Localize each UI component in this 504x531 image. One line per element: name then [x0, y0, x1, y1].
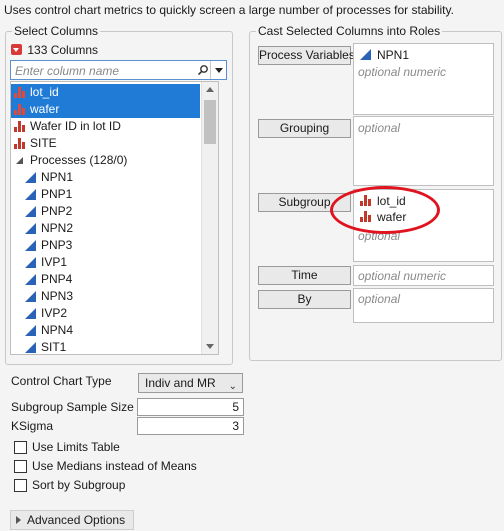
column-list-item[interactable]: SITE: [11, 135, 200, 152]
numeric-column-icon: [25, 257, 36, 268]
grouping-button[interactable]: Grouping: [258, 119, 351, 138]
column-list-item[interactable]: SIT1: [11, 339, 200, 354]
column-list-item[interactable]: wafer: [11, 101, 200, 118]
ksigma-label: KSigma: [11, 419, 54, 433]
advanced-options-toggle[interactable]: Advanced Options: [10, 510, 134, 530]
by-hint: optional: [358, 292, 401, 306]
highlight-ellipse: [330, 186, 440, 234]
process-variables-hint: optional numeric: [358, 65, 447, 79]
expand-arrow-icon: [16, 516, 21, 524]
numeric-column-icon: [360, 49, 371, 60]
numeric-column-icon: [25, 291, 36, 302]
process-variables-box[interactable]: NPN1 optional numeric: [353, 43, 494, 115]
time-box[interactable]: optional numeric: [353, 265, 494, 286]
column-list-item[interactable]: PNP1: [11, 186, 200, 203]
numeric-column-icon: [25, 240, 36, 251]
control-chart-type-value: Indiv and MR: [145, 376, 216, 390]
by-box[interactable]: optional: [353, 288, 494, 323]
column-search-input[interactable]: [15, 63, 190, 78]
nominal-column-icon: [14, 87, 26, 98]
column-list-item[interactable]: lot_id: [11, 84, 200, 101]
scroll-thumb[interactable]: [204, 100, 216, 144]
column-list-item[interactable]: NPN1: [11, 169, 200, 186]
numeric-column-icon: [25, 189, 36, 200]
use-limits-table-label[interactable]: Use Limits Table: [32, 440, 120, 454]
nominal-column-icon: [14, 104, 26, 115]
nominal-column-icon: [14, 121, 26, 132]
search-options-dropdown[interactable]: [210, 61, 227, 79]
process-variable-item[interactable]: NPN1: [358, 47, 478, 63]
column-list-item[interactable]: IVP1: [11, 254, 200, 271]
scroll-down-arrow[interactable]: [206, 344, 214, 349]
sort-by-subgroup-checkbox[interactable]: [14, 479, 27, 492]
numeric-column-icon: [25, 342, 36, 353]
column-list-item[interactable]: NPN3: [11, 288, 200, 305]
column-list-item[interactable]: PNP2: [11, 203, 200, 220]
column-list-item[interactable]: NPN4: [11, 322, 200, 339]
column-list-scrollbar[interactable]: [201, 82, 218, 354]
time-button[interactable]: Time: [258, 266, 351, 285]
search-icon[interactable]: [197, 64, 209, 76]
use-medians-label[interactable]: Use Medians instead of Means: [32, 459, 197, 473]
numeric-column-icon: [25, 274, 36, 285]
control-chart-type-select[interactable]: Indiv and MR ⌄: [138, 373, 243, 393]
grouping-hint: optional: [358, 121, 401, 135]
control-chart-type-label: Control Chart Type: [11, 374, 112, 388]
column-count-label: 133 Columns: [27, 43, 99, 57]
column-list-item[interactable]: Wafer ID in lot ID: [11, 118, 200, 135]
column-list-item[interactable]: PNP4: [11, 271, 200, 288]
roles-title: Cast Selected Columns into Roles: [256, 24, 443, 38]
column-search: [10, 60, 227, 80]
nominal-column-icon: [14, 138, 26, 149]
numeric-column-icon: [25, 172, 36, 183]
numeric-column-icon: [25, 223, 36, 234]
subgroup-sample-size-input[interactable]: 5: [137, 398, 244, 416]
grouping-box[interactable]: optional: [353, 116, 494, 186]
red-triangle-menu-icon[interactable]: [11, 44, 22, 55]
scroll-up-arrow[interactable]: [206, 87, 214, 92]
column-list-item[interactable]: PNP3: [11, 237, 200, 254]
use-medians-checkbox[interactable]: [14, 460, 27, 473]
column-group-row[interactable]: Processes (128/0): [11, 152, 200, 169]
intro-text: Uses control chart metrics to quickly sc…: [4, 3, 454, 17]
numeric-column-icon: [25, 325, 36, 336]
select-columns-title: Select Columns: [12, 24, 101, 38]
chevron-down-icon: ⌄: [228, 381, 237, 392]
column-list-item[interactable]: NPN2: [11, 220, 200, 237]
ksigma-input[interactable]: 3: [137, 417, 244, 435]
time-hint: optional numeric: [358, 269, 447, 283]
numeric-column-icon: [25, 206, 36, 217]
by-button[interactable]: By: [258, 290, 351, 309]
numeric-column-icon: [25, 308, 36, 319]
subgroup-sample-size-label: Subgroup Sample Size: [11, 400, 134, 414]
process-variables-button[interactable]: Process Variables: [258, 46, 355, 65]
column-list-item[interactable]: IVP2: [11, 305, 200, 322]
use-limits-table-checkbox[interactable]: [14, 441, 27, 454]
sort-by-subgroup-label[interactable]: Sort by Subgroup: [32, 478, 125, 492]
expand-group-icon: [16, 157, 23, 164]
column-count-toggle[interactable]: 133 Columns: [11, 43, 98, 57]
column-list[interactable]: lot_id wafer Wafer ID in lot ID SITE Process…: [10, 81, 219, 355]
